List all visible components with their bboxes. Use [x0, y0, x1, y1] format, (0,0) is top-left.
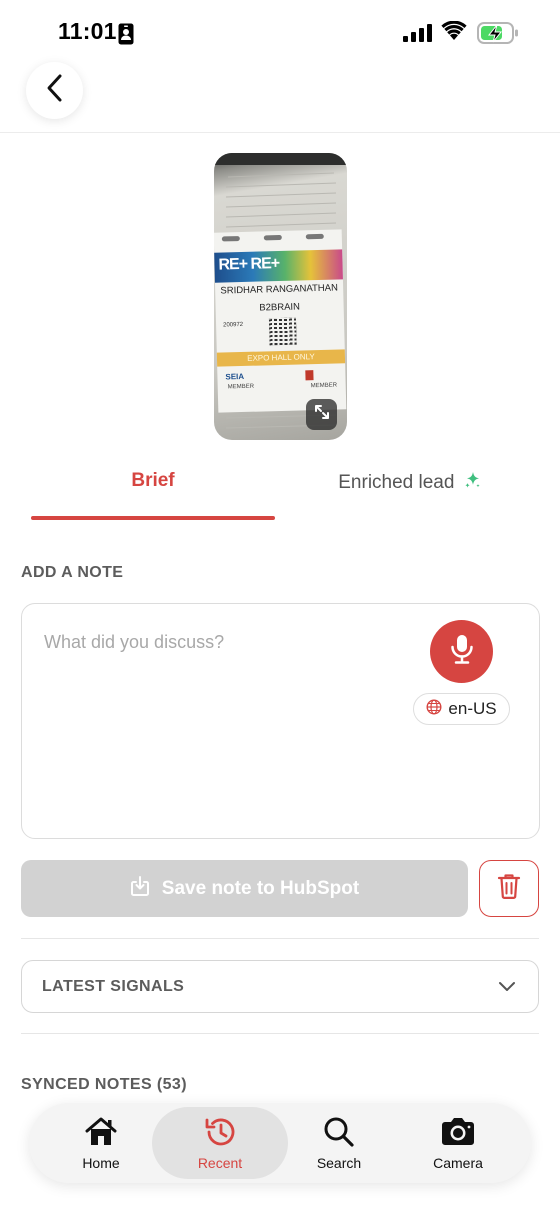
nav-recent-label: Recent	[197, 1154, 243, 1171]
section-divider	[21, 1033, 539, 1034]
status-time: 11:01	[58, 18, 117, 44]
save-note-label: Save note to HubSpot	[161, 877, 360, 899]
microphone-icon	[449, 633, 475, 670]
nav-search-label: Search	[316, 1154, 362, 1171]
tab-brief-label: Brief	[131, 470, 175, 491]
badge-company: B2BRAIN	[259, 301, 301, 314]
nav-search[interactable]: Search	[280, 1107, 398, 1179]
voice-record-button[interactable]	[430, 620, 493, 683]
badge-number: 200972	[223, 321, 244, 329]
tab-brief[interactable]: Brief	[32, 470, 274, 500]
language-label: en-US	[448, 699, 497, 718]
delete-note-button[interactable]	[479, 860, 539, 917]
nav-camera-label: Camera	[433, 1154, 483, 1171]
camera-icon	[439, 1116, 477, 1151]
badge-access-banner: EXPO HALL ONLY	[216, 349, 346, 367]
bottom-tab-bar: Home Recent Search Camera	[29, 1103, 531, 1183]
nav-home[interactable]: Home	[42, 1107, 160, 1179]
status-bar: 11:01	[0, 0, 560, 66]
globe-icon	[426, 698, 442, 720]
expand-icon	[313, 403, 331, 426]
history-icon	[203, 1116, 237, 1151]
tab-enriched-lead[interactable]: Enriched lead	[300, 470, 520, 500]
badge-member-right: MEMBER	[310, 382, 338, 390]
language-selector[interactable]: en-US	[413, 693, 510, 725]
chevron-left-icon	[45, 73, 65, 108]
latest-signals-label: LATEST SIGNALS	[42, 978, 185, 995]
latest-signals-accordion[interactable]: LATEST SIGNALS	[21, 960, 539, 1013]
tab-enriched-lead-label: Enriched lead	[338, 472, 455, 493]
note-editor: en-US	[21, 603, 540, 839]
nav-camera[interactable]: Camera	[399, 1107, 517, 1179]
search-icon	[322, 1116, 356, 1151]
nav-recent[interactable]: Recent	[152, 1107, 288, 1179]
section-divider	[21, 938, 539, 939]
back-button[interactable]	[26, 62, 83, 119]
expand-image-button[interactable]	[306, 399, 337, 430]
badge-member-left: MEMBER	[227, 383, 255, 391]
wifi-icon	[441, 20, 467, 46]
note-input[interactable]	[44, 632, 404, 653]
id-card-icon	[118, 23, 134, 50]
nav-home-label: Home	[82, 1154, 120, 1171]
badge-attendee-name: SRIDHAR RANGANATHAN	[220, 282, 339, 297]
battery-charging-icon	[477, 22, 519, 49]
home-icon	[84, 1116, 118, 1151]
header-divider	[0, 132, 560, 133]
sepa-logo-icon	[305, 370, 314, 381]
sparkle-icon	[464, 470, 482, 496]
conference-badge: RE+ RE+ SRIDHAR RANGANATHAN B2BRAIN 2009…	[214, 229, 347, 413]
chevron-down-icon	[498, 979, 516, 997]
cellular-signal-icon	[403, 24, 433, 47]
trash-icon	[497, 872, 521, 905]
save-note-button[interactable]: Save note to HubSpot	[21, 860, 468, 917]
active-tab-indicator	[31, 516, 275, 520]
add-note-heading: ADD A NOTE	[21, 564, 124, 581]
badge-seia-logo: SEIA	[225, 371, 245, 382]
badge-logo-text: RE+ RE+	[218, 255, 280, 274]
badge-scan-photo[interactable]: RE+ RE+ SRIDHAR RANGANATHAN B2BRAIN 2009…	[214, 153, 347, 440]
save-download-icon	[130, 875, 150, 903]
